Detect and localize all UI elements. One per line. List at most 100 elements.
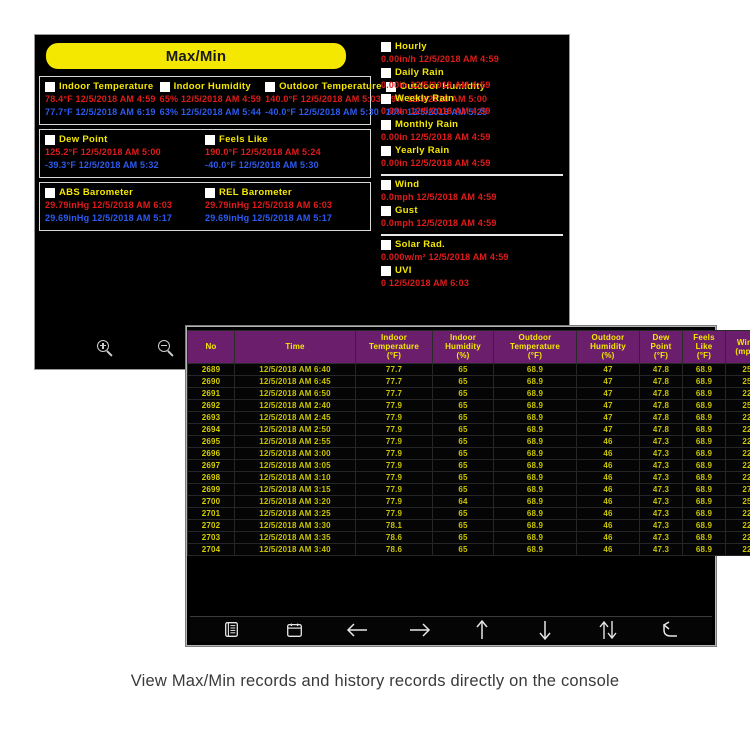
history-table: No Time Indoor Temperature (°F) Indoor Humidit… [187,330,750,556]
checkbox-icon[interactable] [45,81,55,92]
sort-button[interactable] [595,620,621,640]
checkbox-icon[interactable] [265,81,276,92]
cell-feels_like: 68.9 [682,470,726,484]
cell-wind: 22 [725,542,750,556]
maxmin-item[interactable]: Outdoor Temperature 140.0°F 12/5/2018 AM … [265,81,386,119]
maxmin-item[interactable]: Feels Like 190.0°F 12/5/2018 AM 5:24 -40.0… [205,134,365,172]
checkbox-icon[interactable] [205,134,215,145]
column-header-outdoor_hum[interactable]: Outdoor Humidity (%) [576,330,640,364]
table-row[interactable]: 2698 12/5/2018 AM 3:10 77.9 65 68.9 46 47.3 68.… [187,470,750,484]
cell-outdoor_temp: 68.9 [493,386,577,400]
list-records-icon [224,622,238,637]
table-row[interactable]: 2694 12/5/2018 AM 2:50 77.9 65 68.9 47 47.8 68.… [187,422,750,436]
cell-time: 12/5/2018 AM 3:20 [234,494,356,508]
maxmin-item[interactable]: Indoor Humidity 65% 12/5/2018 AM 4:59 63% … [159,81,265,119]
column-header-indoor_temp[interactable]: Indoor Temperature (°F) [355,330,433,364]
table-row[interactable]: 2695 12/5/2018 AM 2:55 77.9 65 68.9 46 47.3 68.… [187,434,750,448]
maxmin-item[interactable]: Yearly Rain 0.00in 12/5/2018 AM 4:59 [381,145,563,170]
cell-outdoor_hum: 46 [576,542,640,556]
table-row[interactable]: 2693 12/5/2018 AM 2:45 77.9 65 68.9 47 47.8 68.… [187,410,750,424]
checkbox-icon[interactable] [381,41,391,52]
arrows-up-down-icon [597,619,619,641]
checkbox-icon[interactable] [381,145,391,156]
checkbox-icon[interactable] [381,119,391,130]
maxmin-item-header: Weekly Rain [381,93,563,104]
cell-time: 12/5/2018 AM 3:40 [234,542,356,556]
table-row[interactable]: 2699 12/5/2018 AM 3:15 77.9 65 68.9 46 47.3 68.… [187,482,750,496]
cell-outdoor_hum: 47 [576,374,640,388]
cell-time: 12/5/2018 AM 3:15 [234,482,356,496]
column-header-feels_like[interactable]: Feels Like (°F) [682,330,726,364]
magnifier-minus-icon[interactable] [158,339,175,357]
maxmin-item[interactable]: Wind 0.0mph 12/5/2018 AM 4:59 [381,179,563,204]
table-row[interactable]: 2697 12/5/2018 AM 3:05 77.9 65 68.9 46 47.3 68.… [187,458,750,472]
scroll-up-button[interactable] [469,619,495,640]
maxmin-left-column: Max/Min Indoor Temperature 78.4°F 12/5/20… [35,35,487,369]
checkbox-icon[interactable] [381,179,391,190]
checkbox-icon[interactable] [45,187,55,198]
table-row[interactable]: 2704 12/5/2018 AM 3:40 78.6 65 68.9 46 47.3 68.… [187,542,750,556]
maxmin-item[interactable]: REL Barometer 29.79inHg 12/5/2018 AM 6:03… [205,187,365,225]
maxmin-item-label: Hourly [395,41,427,52]
column-header-indoor_hum[interactable]: Indoor Humidity (%) [432,330,494,364]
cell-indoor_temp: 77.9 [355,422,433,436]
column-header-outdoor_temp[interactable]: Outdoor Temperature (°F) [493,330,577,364]
column-header-dew_point[interactable]: Dew Point (°F) [639,330,683,364]
column-header-wind[interactable]: Wind(mph) [725,330,750,364]
maxmin-item[interactable]: Daily Rain 0.00in 12/5/2018 AM 4:59 [381,67,563,92]
table-row[interactable]: 2692 12/5/2018 AM 2:40 77.9 65 68.9 47 47.8 68.… [187,398,750,412]
checkbox-icon[interactable] [381,239,391,250]
table-row[interactable]: 2701 12/5/2018 AM 3:25 77.9 65 68.9 46 47.3 68.… [187,506,750,520]
magnifier-plus-icon[interactable] [97,339,114,357]
maxmin-item[interactable]: Monthly Rain 0.00in 12/5/2018 AM 4:59 [381,119,563,144]
table-row[interactable]: 2690 12/5/2018 AM 6:45 77.7 65 68.9 47 47.8 68.… [187,374,750,388]
checkbox-icon[interactable] [381,93,391,104]
back-button[interactable] [658,620,684,640]
cell-no: 2689 [187,362,235,376]
maxmin-item[interactable]: Indoor Temperature 78.4°F 12/5/2018 AM 4:… [45,81,160,119]
maxmin-item[interactable]: Weekly Rain 0.00in 12/5/2018 AM 4:59 [381,93,563,118]
table-row[interactable]: 2689 12/5/2018 AM 6:40 77.7 65 68.9 47 47.8 68.… [187,362,750,376]
checkbox-icon[interactable] [381,205,391,216]
checkbox-icon[interactable] [381,265,391,276]
cell-indoor_hum: 65 [432,506,494,520]
maxmin-item[interactable]: Solar Rad. 0.000w/m² 12/5/2018 AM 4:59 [381,239,563,264]
maxmin-item[interactable]: Dew Point 125.2°F 12/5/2018 AM 5:00 -39.3°… [45,134,205,172]
cell-feels_like: 68.9 [682,458,726,472]
maxmin-item[interactable]: UVI 0 12/5/2018 AM 6:03 [381,265,563,290]
cell-time: 12/5/2018 AM 2:40 [234,398,356,412]
maxmin-max-value: 29.79inHg 12/5/2018 AM 6:03 [45,200,173,211]
history-toolbar [190,616,712,642]
scroll-down-button[interactable] [532,620,558,640]
checkbox-icon[interactable] [45,134,55,145]
calendar-button[interactable] [281,620,307,640]
cell-outdoor_temp: 68.9 [493,542,577,556]
checkbox-icon[interactable] [159,81,170,92]
page-previous-button[interactable] [344,620,370,640]
cell-feels_like: 68.9 [682,386,726,400]
maxmin-item-label: UVI [395,265,412,277]
column-header-no[interactable]: No [187,330,235,364]
page-next-button[interactable] [407,620,433,640]
cell-indoor_hum: 65 [432,482,494,496]
cell-indoor_temp: 77.7 [355,374,433,388]
checkbox-icon[interactable] [381,67,391,78]
table-row[interactable]: 2700 12/5/2018 AM 3:20 77.9 64 68.9 46 47.3 68.… [187,494,750,508]
table-row[interactable]: 2702 12/5/2018 AM 3:30 78.1 65 68.9 46 47.3 68.… [187,518,750,532]
column-header-time[interactable]: Time [234,330,356,364]
cell-time: 12/5/2018 AM 3:05 [234,458,356,472]
table-row[interactable]: 2696 12/5/2018 AM 3:00 77.9 65 68.9 46 47.3 68.… [187,446,750,460]
cell-dew_point: 47.3 [639,470,683,484]
maxmin-item-label: REL Barometer [219,187,292,199]
cell-outdoor_temp: 68.9 [493,398,577,412]
maxmin-item[interactable]: ABS Barometer 29.79inHg 12/5/2018 AM 6:03… [45,187,205,225]
maxmin-item-label: Monthly Rain [395,119,459,131]
maxmin-item[interactable]: Hourly 0.00in/h 12/5/2018 AM 4:59 [381,41,563,66]
table-row[interactable]: 2703 12/5/2018 AM 3:35 78.6 65 68.9 46 47.3 68.… [187,530,750,544]
cell-indoor_temp: 77.7 [355,362,433,376]
records-list-button[interactable] [218,620,244,640]
cell-dew_point: 47.3 [639,458,683,472]
checkbox-icon[interactable] [205,187,215,198]
table-row[interactable]: 2691 12/5/2018 AM 6:50 77.7 65 68.9 47 47.8 68.… [187,386,750,400]
maxmin-item[interactable]: Gust 0.0mph 12/5/2018 AM 4:59 [381,205,563,230]
